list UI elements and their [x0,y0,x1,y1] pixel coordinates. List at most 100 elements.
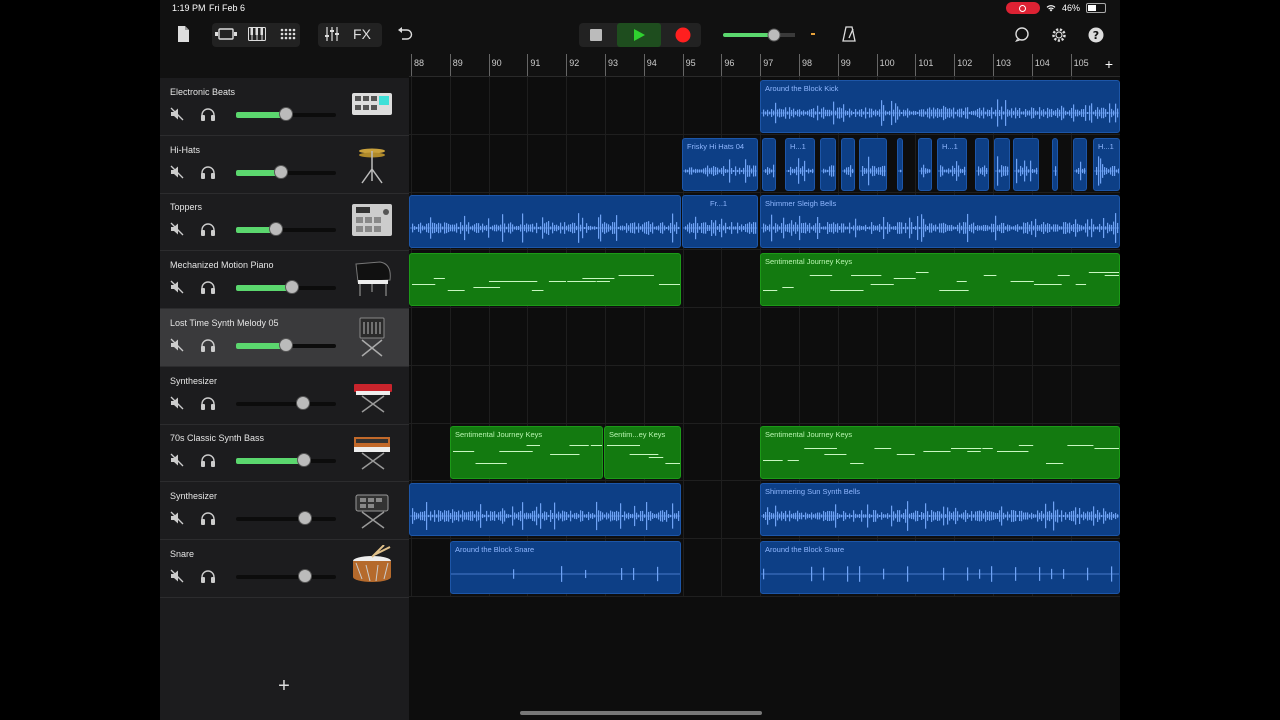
mute-icon[interactable] [170,569,184,583]
record-icon[interactable] [671,26,695,44]
region[interactable] [975,138,989,191]
region[interactable]: Around the Block Kick [760,80,1120,133]
volume-knob[interactable] [298,568,312,583]
stop-icon[interactable] [584,26,608,44]
track-header[interactable]: Synthesizer [160,482,409,540]
settings-icon[interactable] [1049,25,1069,45]
timeline-ruler[interactable]: + 88 89 90 91 92 93 94 95 96 97 98 99 100 101 102 103 10… [409,54,1120,77]
headphones-icon[interactable] [200,396,216,410]
ruler-tick [760,54,762,76]
headphones-icon[interactable] [200,569,216,583]
headphones-icon[interactable] [200,338,216,352]
volume-knob[interactable] [285,280,299,295]
region[interactable]: Sentim...ey Keys [604,426,681,479]
region[interactable] [918,138,932,191]
master-volume-icon[interactable] [720,28,820,42]
grid-icon[interactable] [278,26,298,42]
region[interactable] [1052,138,1058,191]
region[interactable] [897,138,903,191]
volume-knob[interactable] [297,453,311,468]
region[interactable]: Sentimental Journey Keys [760,253,1120,306]
mute-icon[interactable] [170,107,184,121]
mute-icon[interactable] [170,338,184,352]
region[interactable] [409,253,681,306]
ruler-tick [643,54,645,76]
add-section-button[interactable]: + [1102,56,1116,72]
region[interactable] [820,138,836,191]
volume-slider[interactable] [236,453,336,468]
region[interactable]: H...1 [937,138,967,191]
region[interactable] [409,195,681,248]
track-header[interactable]: Electronic Beats [160,78,409,136]
region[interactable] [859,138,887,191]
headphones-icon[interactable] [200,511,216,525]
volume-slider[interactable] [236,337,336,352]
volume-slider[interactable] [236,107,336,121]
track-lane[interactable] [409,308,1120,366]
headphones-icon[interactable] [200,107,216,121]
volume-slider[interactable] [236,568,336,583]
track-header[interactable]: 70s Classic Synth Bass [160,424,409,483]
volume-slider[interactable] [236,164,336,179]
region[interactable]: H...1 [785,138,815,191]
region[interactable] [1013,138,1039,191]
region[interactable]: Shimmer Sleigh Bells [760,195,1120,248]
mute-icon[interactable] [170,280,184,294]
loop-browser-icon[interactable] [1012,25,1032,45]
track-header[interactable]: Snare [160,540,409,598]
region[interactable] [994,138,1010,191]
tracks-area[interactable]: Around the Block Kick Frisky Hi Hats 04 … [409,77,1120,720]
track-header[interactable]: Toppers [160,193,409,252]
volume-slider[interactable] [236,280,336,295]
region[interactable] [762,138,776,191]
volume-knob[interactable] [298,510,312,525]
mute-icon[interactable] [170,396,184,410]
mute-icon[interactable] [170,165,184,179]
region[interactable]: Around the Block Snare [760,541,1120,594]
region[interactable] [409,483,681,536]
track-header[interactable]: Hi-Hats [160,136,409,194]
volume-slider[interactable] [236,222,336,237]
mute-icon[interactable] [170,511,184,525]
mixer-icon[interactable] [322,26,342,42]
track-header[interactable]: Synthesizer [160,367,409,425]
bar-number: 88 [414,58,425,68]
fx-button[interactable]: FX [350,25,374,43]
headphones-icon[interactable] [200,165,216,179]
headphones-icon[interactable] [200,280,216,295]
document-icon[interactable] [176,25,190,43]
ruler-tick [799,54,800,76]
mute-icon[interactable] [170,453,184,467]
play-icon[interactable] [617,23,661,47]
headphones-icon[interactable] [200,222,216,237]
volume-knob[interactable] [269,222,283,237]
region[interactable]: Shimmering Sun Synth Bells [760,483,1120,536]
metronome-icon[interactable] [840,25,858,43]
mute-icon[interactable] [170,222,184,236]
region[interactable]: Frisky Hi Hats 04 [682,138,758,191]
volume-slider[interactable] [236,510,336,525]
track-header[interactable]: Lost Time Synth Melody 05 [160,308,409,367]
volume-knob[interactable] [296,395,310,410]
keyboard-icon[interactable] [247,26,267,42]
region[interactable]: H...1 [1093,138,1120,191]
region[interactable]: Around the Block Snare [450,541,681,594]
volume-knob[interactable] [279,107,293,121]
region[interactable] [841,138,855,191]
volume-knob[interactable] [279,337,293,352]
add-track-button[interactable]: + [274,675,294,697]
help-icon[interactable]: ? [1086,25,1106,45]
screen-recording-icon [1005,2,1040,14]
headphones-icon[interactable] [200,453,216,468]
tracks-view-icon[interactable] [214,26,238,42]
region[interactable] [1073,138,1087,191]
bar-number: 90 [491,58,502,68]
region[interactable]: Fr...1 [682,195,758,248]
volume-knob[interactable] [274,164,288,179]
undo-icon[interactable] [396,26,414,42]
track-header[interactable]: Mechanized Motion Piano [160,251,409,310]
volume-slider[interactable] [236,395,336,410]
region[interactable]: Sentimental Journey Keys [450,426,603,479]
track-lane[interactable] [409,366,1120,424]
region[interactable]: Sentimental Journey Keys [760,426,1120,479]
